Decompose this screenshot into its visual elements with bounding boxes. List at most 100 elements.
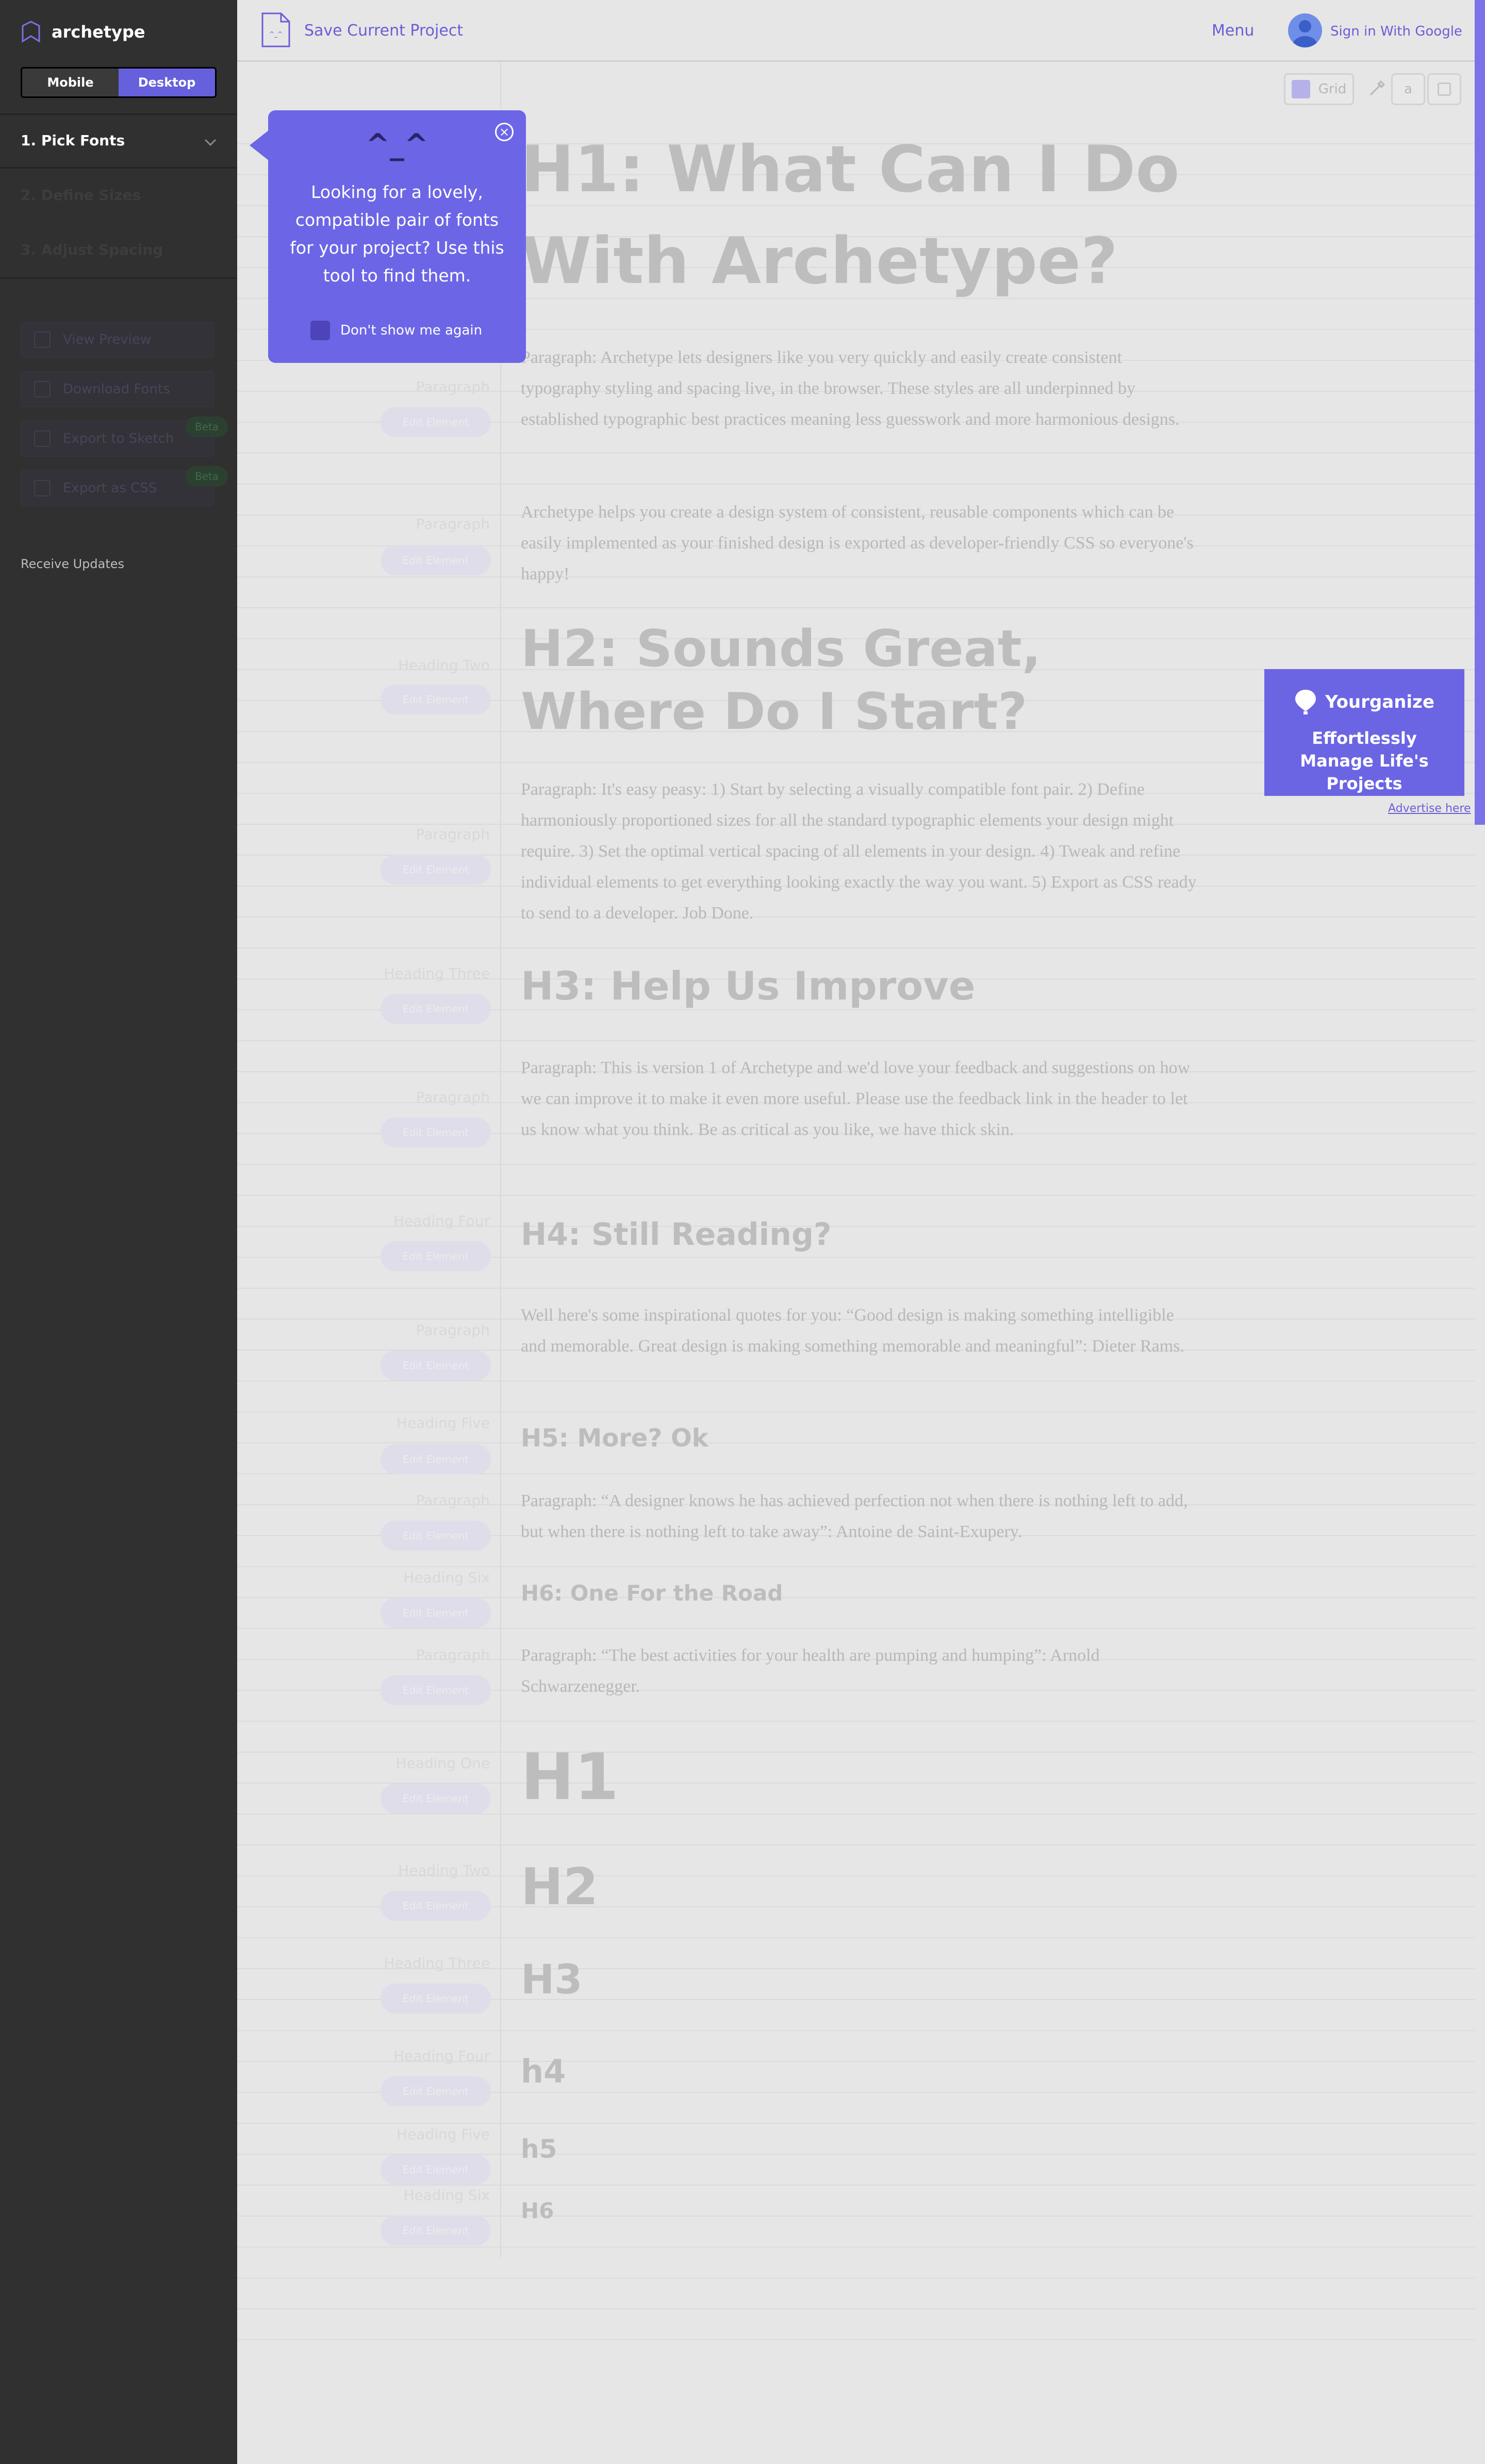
h2-sample[interactable]: H2	[521, 1858, 598, 1917]
square-icon	[1438, 82, 1451, 96]
element-label: Heading Six	[403, 2187, 490, 2204]
sign-in-google-button[interactable]: Sign in With Google	[1330, 24, 1462, 39]
element-label: Paragraph	[416, 1322, 490, 1339]
edit-element-button[interactable]: Edit Element	[381, 2076, 491, 2106]
edit-element-button[interactable]: Edit Element	[381, 1984, 491, 2013]
export-css-label: Export as CSS	[63, 480, 157, 496]
grid-line	[237, 484, 1475, 485]
archetype-logo-icon	[22, 21, 40, 43]
chevron-down-icon[interactable]	[203, 135, 218, 149]
grid-line	[237, 947, 1475, 948]
step-define-sizes[interactable]: 2. Define Sizes	[21, 187, 141, 204]
paragraph[interactable]: Paragraph: “A designer knows he has achi…	[521, 1486, 1201, 1547]
grid-column-line	[500, 62, 501, 2258]
checkbox-icon	[1291, 80, 1310, 98]
scrollbar[interactable]	[1475, 0, 1485, 825]
grid-line	[237, 2185, 1475, 2186]
h6-heading[interactable]: H6: One For the Road	[521, 1580, 783, 1606]
grid-line	[237, 1566, 1475, 1567]
font-pairing-tooltip: × ^_^ Looking for a lovely, compatible p…	[268, 110, 526, 363]
h4-sample[interactable]: h4	[521, 2053, 566, 2090]
element-label: Paragraph	[416, 1089, 490, 1106]
paragraph[interactable]: Paragraph: “The best activities for your…	[521, 1640, 1201, 1702]
balloon-icon	[1295, 690, 1316, 714]
step-adjust-spacing[interactable]: 3. Adjust Spacing	[21, 241, 163, 258]
grid-line	[237, 1937, 1475, 1938]
edit-element-button[interactable]: Edit Element	[381, 1444, 491, 1474]
h5-heading[interactable]: H5: More? Ok	[521, 1424, 708, 1453]
grid-line	[237, 1844, 1475, 1845]
edit-element-button[interactable]: Edit Element	[381, 2155, 491, 2185]
edit-element-button[interactable]: Edit Element	[381, 1598, 491, 1628]
h1-heading[interactable]: H1: What Can I Do With Archetype?	[521, 124, 1191, 307]
edit-element-button[interactable]: Edit Element	[381, 1891, 491, 1921]
edit-element-button[interactable]: Edit Element	[381, 1118, 491, 1147]
view-preview-label: View Preview	[63, 332, 152, 347]
grid-line	[237, 2123, 1475, 2124]
advertise-here-link[interactable]: Advertise here	[1388, 802, 1471, 815]
brand[interactable]: archetype	[21, 21, 145, 43]
edit-element-button[interactable]: Edit Element	[381, 1521, 491, 1551]
glyph-button[interactable]: a	[1391, 73, 1425, 105]
h3-sample[interactable]: H3	[521, 1957, 583, 2003]
h5-sample[interactable]: h5	[521, 2134, 557, 2164]
export-sketch-button[interactable]: Export to Sketch	[21, 421, 214, 457]
grid-line	[237, 1040, 1475, 1041]
grid-toggle-button[interactable]: Grid	[1284, 73, 1354, 105]
dont-show-label[interactable]: Don't show me again	[340, 323, 482, 338]
ad-brand: Yourganize	[1325, 692, 1434, 712]
download-fonts-label: Download Fonts	[63, 381, 170, 397]
eye-icon	[34, 331, 51, 348]
paragraph[interactable]: Paragraph: Archetype lets designers like…	[521, 342, 1201, 435]
grid-line	[237, 453, 1475, 454]
h6-sample[interactable]: H6	[521, 2198, 554, 2223]
document-icon[interactable]: ^_^	[260, 11, 291, 48]
avatar[interactable]	[1288, 13, 1322, 47]
code-icon	[34, 480, 51, 496]
device-toggle: Mobile Desktop	[21, 67, 217, 98]
edit-element-button[interactable]: Edit Element	[381, 1241, 491, 1271]
element-label: Heading Three	[384, 1955, 490, 1972]
sidebar-divider	[0, 113, 237, 115]
sidebar-divider	[0, 277, 237, 279]
receive-updates-link[interactable]: Receive Updates	[21, 557, 124, 571]
advertisement[interactable]: Yourganize Effortlessly Manage Life's Pr…	[1264, 669, 1464, 796]
edit-element-button[interactable]: Edit Element	[381, 855, 491, 885]
edit-element-button[interactable]: Edit Element	[381, 407, 491, 437]
h1-sample[interactable]: H1	[521, 1740, 619, 1814]
dont-show-checkbox[interactable]	[310, 321, 330, 340]
grid-line	[237, 1411, 1475, 1412]
view-preview-button[interactable]: View Preview	[21, 322, 214, 358]
h3-heading[interactable]: H3: Help Us Improve	[521, 963, 975, 1009]
glyph-label: a	[1404, 81, 1412, 97]
edit-element-button[interactable]: Edit Element	[381, 1351, 491, 1380]
element-label: Heading Four	[393, 2047, 490, 2065]
element-label: Heading Five	[396, 2126, 490, 2143]
h4-heading[interactable]: H4: Still Reading?	[521, 1217, 832, 1253]
edit-element-button[interactable]: Edit Element	[381, 685, 491, 714]
step-pick-fonts[interactable]: 1. Pick Fonts	[21, 132, 125, 149]
paragraph[interactable]: Paragraph: This is version 1 of Archetyp…	[521, 1053, 1201, 1145]
box-button[interactable]	[1427, 73, 1461, 105]
element-label: Paragraph	[416, 515, 490, 532]
desktop-toggle-button[interactable]: Desktop	[119, 69, 215, 96]
save-project-button[interactable]: Save Current Project	[304, 22, 463, 40]
mobile-toggle-button[interactable]: Mobile	[22, 69, 119, 96]
grid-line	[237, 2246, 1475, 2247]
edit-element-button[interactable]: Edit Element	[381, 2216, 491, 2245]
h2-heading[interactable]: H2: Sounds Great, Where Do I Start?	[521, 618, 1243, 743]
tooltip-face: ^_^	[366, 128, 428, 161]
paragraph[interactable]: Paragraph: It's easy peasy: 1) Start by …	[521, 774, 1201, 929]
menu-button[interactable]: Menu	[1212, 22, 1254, 40]
grid-line	[237, 2030, 1475, 2031]
grid-line	[237, 2277, 1475, 2278]
paragraph[interactable]: Well here's some inspirational quotes fo…	[521, 1300, 1201, 1362]
paragraph[interactable]: Archetype helps you create a design syst…	[521, 497, 1201, 590]
edit-element-button[interactable]: Edit Element	[381, 545, 491, 575]
edit-element-button[interactable]: Edit Element	[381, 1784, 491, 1813]
export-css-button[interactable]: Export as CSS	[21, 470, 214, 506]
edit-element-button[interactable]: Edit Element	[381, 1675, 491, 1705]
edit-element-button[interactable]: Edit Element	[381, 994, 491, 1024]
eyedropper-icon[interactable]	[1366, 78, 1387, 99]
download-fonts-button[interactable]: Download Fonts	[21, 371, 214, 407]
